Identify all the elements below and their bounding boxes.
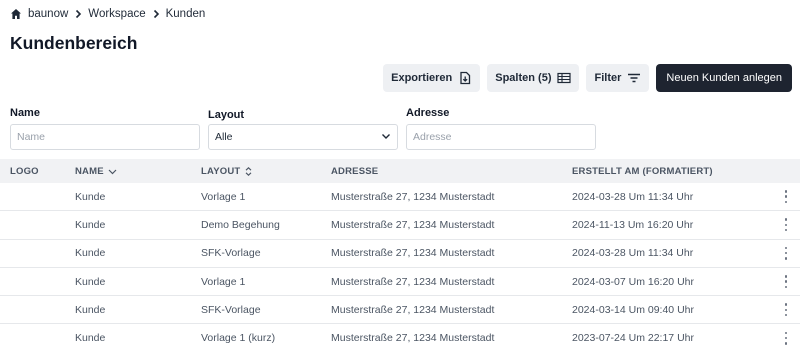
column-header-name-label: NAME: [75, 165, 104, 177]
cell-erstellt: 2024-03-14 Um 09:40 Uhr: [572, 303, 694, 316]
kebab-menu-icon[interactable]: [784, 275, 788, 289]
cell-erstellt: 2024-03-28 Um 11:34 Uhr: [572, 190, 694, 203]
table-row[interactable]: Kunde SFK-Vorlage Musterstraße 27, 1234 Mu…: [0, 240, 800, 268]
cell-adresse: Musterstraße 27, 1234 Musterstadt: [331, 218, 495, 231]
table-header: LOGO NAME LAYOUT ADRESSE ERSTELLT AM (FO…: [0, 159, 800, 183]
row-actions: [772, 303, 800, 317]
row-actions: [772, 246, 800, 260]
breadcrumb: baunow Workspace Kunden: [10, 6, 205, 22]
kebab-menu-icon[interactable]: [784, 331, 788, 345]
new-customer-button[interactable]: Neuen Kunden anlegen: [656, 64, 792, 92]
name-filter-input[interactable]: Name: [10, 124, 200, 150]
cell-name: Kunde: [75, 275, 106, 288]
cell-adresse: Musterstraße 27, 1234 Musterstadt: [331, 247, 495, 260]
table-columns-icon: [557, 71, 572, 85]
column-header-layout-label: LAYOUT: [201, 165, 241, 177]
table-row[interactable]: Kunde Vorlage 1 Musterstraße 27, 1234 Must…: [0, 183, 800, 212]
columns-button-label: Spalten (5): [495, 72, 552, 84]
cell-erstellt: 2023-07-24 Um 22:17 Uhr: [572, 332, 694, 345]
sort-updown-icon[interactable]: [244, 166, 253, 176]
layout-filter-value: Alle: [215, 131, 233, 143]
table-body: Kunde Vorlage 1 Musterstraße 27, 1234 Must…: [0, 183, 800, 352]
layout-filter-label: Layout: [208, 109, 245, 121]
chevron-down-icon[interactable]: [108, 167, 117, 176]
adresse-filter-label: Adresse: [406, 107, 450, 119]
toolbar: Exportieren Spalten (5) Filter Neuen Kun…: [383, 64, 792, 92]
row-actions: [772, 331, 800, 345]
export-button[interactable]: Exportieren: [383, 64, 481, 92]
cell-layout: Vorlage 1: [201, 275, 246, 288]
cell-name: Kunde: [75, 190, 106, 203]
kebab-menu-icon[interactable]: [784, 303, 788, 317]
filter-button-label: Filter: [594, 72, 622, 84]
cell-layout: SFK-Vorlage: [201, 303, 261, 316]
filter-button[interactable]: Filter: [586, 64, 650, 92]
kebab-menu-icon[interactable]: [784, 218, 788, 232]
cell-layout: Vorlage 1: [201, 190, 246, 203]
cell-erstellt: 2024-03-28 Um 11:34 Uhr: [572, 247, 694, 260]
cell-name: Kunde: [75, 303, 106, 316]
kebab-menu-icon[interactable]: [784, 246, 788, 260]
cell-name: Kunde: [75, 218, 106, 231]
export-button-label: Exportieren: [391, 72, 453, 84]
chevron-right-icon: [151, 9, 161, 19]
table-row[interactable]: Kunde Vorlage 1 Musterstraße 27, 1234 Must…: [0, 268, 800, 297]
cell-adresse: Musterstraße 27, 1234 Musterstadt: [331, 332, 495, 345]
breadcrumb-item-kunden[interactable]: Kunden: [166, 8, 206, 20]
adresse-filter-input[interactable]: Adresse: [406, 124, 596, 150]
cell-name: Kunde: [75, 247, 106, 260]
file-export-icon: [458, 71, 472, 85]
cell-adresse: Musterstraße 27, 1234 Musterstadt: [331, 303, 495, 316]
row-actions: [772, 218, 800, 232]
row-actions: [772, 190, 800, 204]
column-header-layout[interactable]: LAYOUT: [201, 166, 331, 177]
kebab-menu-icon[interactable]: [784, 190, 788, 204]
filter-lines-icon: [627, 71, 641, 85]
column-header-adresse: ADRESSE: [331, 165, 379, 177]
cell-layout: Demo Begehung: [201, 218, 280, 231]
table-row[interactable]: Kunde Vorlage 1 (kurz) Musterstraße 27, 12…: [0, 324, 800, 352]
table-row[interactable]: Kunde Demo Begehung Musterstraße 27, 1234 …: [0, 211, 800, 240]
page-title: Kundenbereich: [10, 33, 138, 53]
home-icon[interactable]: [10, 8, 22, 20]
customers-table: LOGO NAME LAYOUT ADRESSE ERSTELLT AM (FO…: [0, 159, 800, 352]
cell-erstellt: 2024-03-07 Um 16:20 Uhr: [572, 275, 694, 288]
column-header-erstellt: ERSTELLT AM (FORMATIERT): [572, 165, 713, 177]
cell-layout: Vorlage 1 (kurz): [201, 332, 276, 345]
cell-adresse: Musterstraße 27, 1234 Musterstadt: [331, 190, 495, 203]
layout-filter-select[interactable]: Alle: [208, 124, 398, 150]
chevron-right-icon: [73, 9, 83, 19]
cell-layout: SFK-Vorlage: [201, 247, 261, 260]
row-actions: [772, 275, 800, 289]
cell-adresse: Musterstraße 27, 1234 Musterstadt: [331, 275, 495, 288]
column-header-name[interactable]: NAME: [75, 166, 201, 177]
columns-button[interactable]: Spalten (5): [487, 64, 580, 92]
cell-erstellt: 2024-11-13 Um 16:20 Uhr: [572, 218, 694, 231]
breadcrumb-item-baunow[interactable]: baunow: [28, 8, 68, 20]
cell-name: Kunde: [75, 332, 106, 345]
breadcrumb-item-workspace[interactable]: Workspace: [88, 8, 145, 20]
table-row[interactable]: Kunde SFK-Vorlage Musterstraße 27, 1234 Mu…: [0, 296, 800, 325]
chevron-down-icon: [381, 131, 391, 144]
name-filter-label: Name: [10, 107, 40, 119]
column-header-logo: LOGO: [10, 165, 39, 177]
